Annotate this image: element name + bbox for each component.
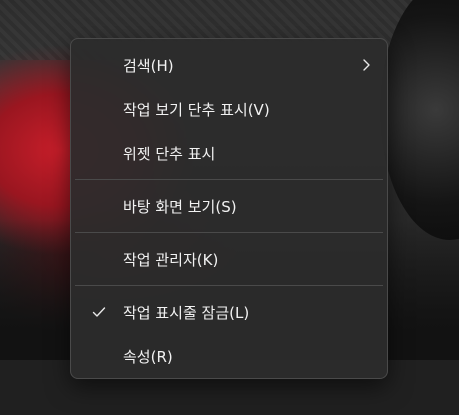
menu-item-task-manager[interactable]: 작업 관리자(K)	[75, 237, 383, 281]
wallpaper-tire	[380, 0, 459, 240]
taskbar-context-menu: 검색(H) 작업 보기 단추 표시(V) 위젯 단추 표시 바탕 화면 보기(S…	[70, 38, 388, 379]
menu-separator	[75, 179, 383, 180]
menu-item-label: 속성(R)	[123, 347, 173, 366]
menu-separator	[75, 232, 383, 233]
menu-item-properties[interactable]: 속성(R)	[75, 334, 383, 378]
menu-item-label: 검색(H)	[123, 56, 174, 75]
menu-item-show-task-view-button[interactable]: 작업 보기 단추 표시(V)	[75, 87, 383, 131]
menu-item-label: 위젯 단추 표시	[123, 144, 216, 163]
menu-item-label: 바탕 화면 보기(S)	[123, 197, 237, 216]
menu-item-label: 작업 표시줄 잠금(L)	[123, 303, 250, 322]
menu-item-label: 작업 관리자(K)	[123, 250, 219, 269]
menu-item-show-widgets-button[interactable]: 위젯 단추 표시	[75, 131, 383, 175]
menu-item-show-desktop[interactable]: 바탕 화면 보기(S)	[75, 184, 383, 228]
menu-separator	[75, 285, 383, 286]
chevron-right-icon	[359, 58, 373, 72]
desktop: 검색(H) 작업 보기 단추 표시(V) 위젯 단추 표시 바탕 화면 보기(S…	[0, 0, 459, 415]
menu-item-lock-taskbar[interactable]: 작업 표시줄 잠금(L)	[75, 290, 383, 334]
checkmark-icon	[91, 304, 107, 320]
menu-item-search[interactable]: 검색(H)	[75, 43, 383, 87]
menu-item-label: 작업 보기 단추 표시(V)	[123, 100, 270, 119]
